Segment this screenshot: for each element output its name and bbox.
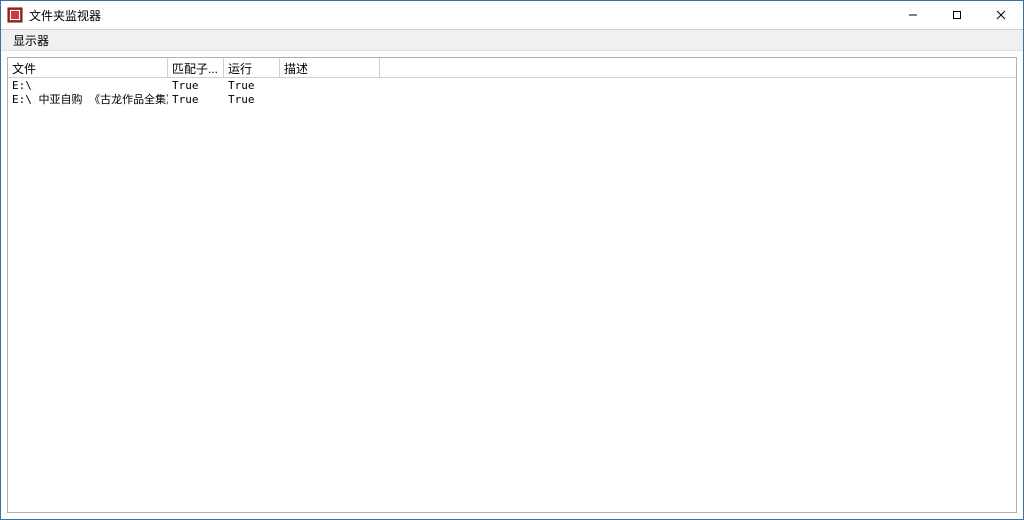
app-window: 文件夹监视器 显示器 文件 匹配子... 运行 描述 — [0, 0, 1024, 520]
list-panel: 文件 匹配子... 运行 描述 E:\ True True E:\ 中亚自购 《… — [7, 57, 1017, 513]
list-item[interactable]: E:\ 中亚自购 《古龙作品全集》... True True — [8, 92, 1016, 106]
titlebar[interactable]: 文件夹监视器 — [1, 1, 1023, 30]
minimize-button[interactable] — [891, 1, 935, 29]
column-header-match[interactable]: 匹配子... — [168, 58, 224, 77]
list-item[interactable]: E:\ True True — [8, 78, 1016, 92]
cell-match: True — [168, 79, 224, 92]
column-header-desc[interactable]: 描述 — [280, 58, 380, 77]
listview-header: 文件 匹配子... 运行 描述 — [8, 58, 1016, 78]
app-icon — [7, 7, 23, 23]
cell-file: E:\ — [8, 79, 168, 92]
menu-display[interactable]: 显示器 — [7, 30, 55, 51]
close-button[interactable] — [979, 1, 1023, 29]
column-header-file[interactable]: 文件 — [8, 58, 168, 77]
column-header-run[interactable]: 运行 — [224, 58, 280, 77]
maximize-button[interactable] — [935, 1, 979, 29]
titlebar-left: 文件夹监视器 — [1, 7, 101, 24]
cell-run: True — [224, 93, 280, 106]
listview[interactable]: 文件 匹配子... 运行 描述 E:\ True True E:\ 中亚自购 《… — [8, 58, 1016, 512]
cell-match: True — [168, 93, 224, 106]
cell-run: True — [224, 79, 280, 92]
listview-body: E:\ True True E:\ 中亚自购 《古龙作品全集》... True … — [8, 78, 1016, 106]
window-controls — [891, 1, 1023, 29]
menubar: 显示器 — [1, 30, 1023, 51]
cell-file: E:\ 中亚自购 《古龙作品全集》... — [8, 91, 168, 107]
window-title: 文件夹监视器 — [29, 7, 101, 24]
content-area: 文件 匹配子... 运行 描述 E:\ True True E:\ 中亚自购 《… — [1, 51, 1023, 519]
